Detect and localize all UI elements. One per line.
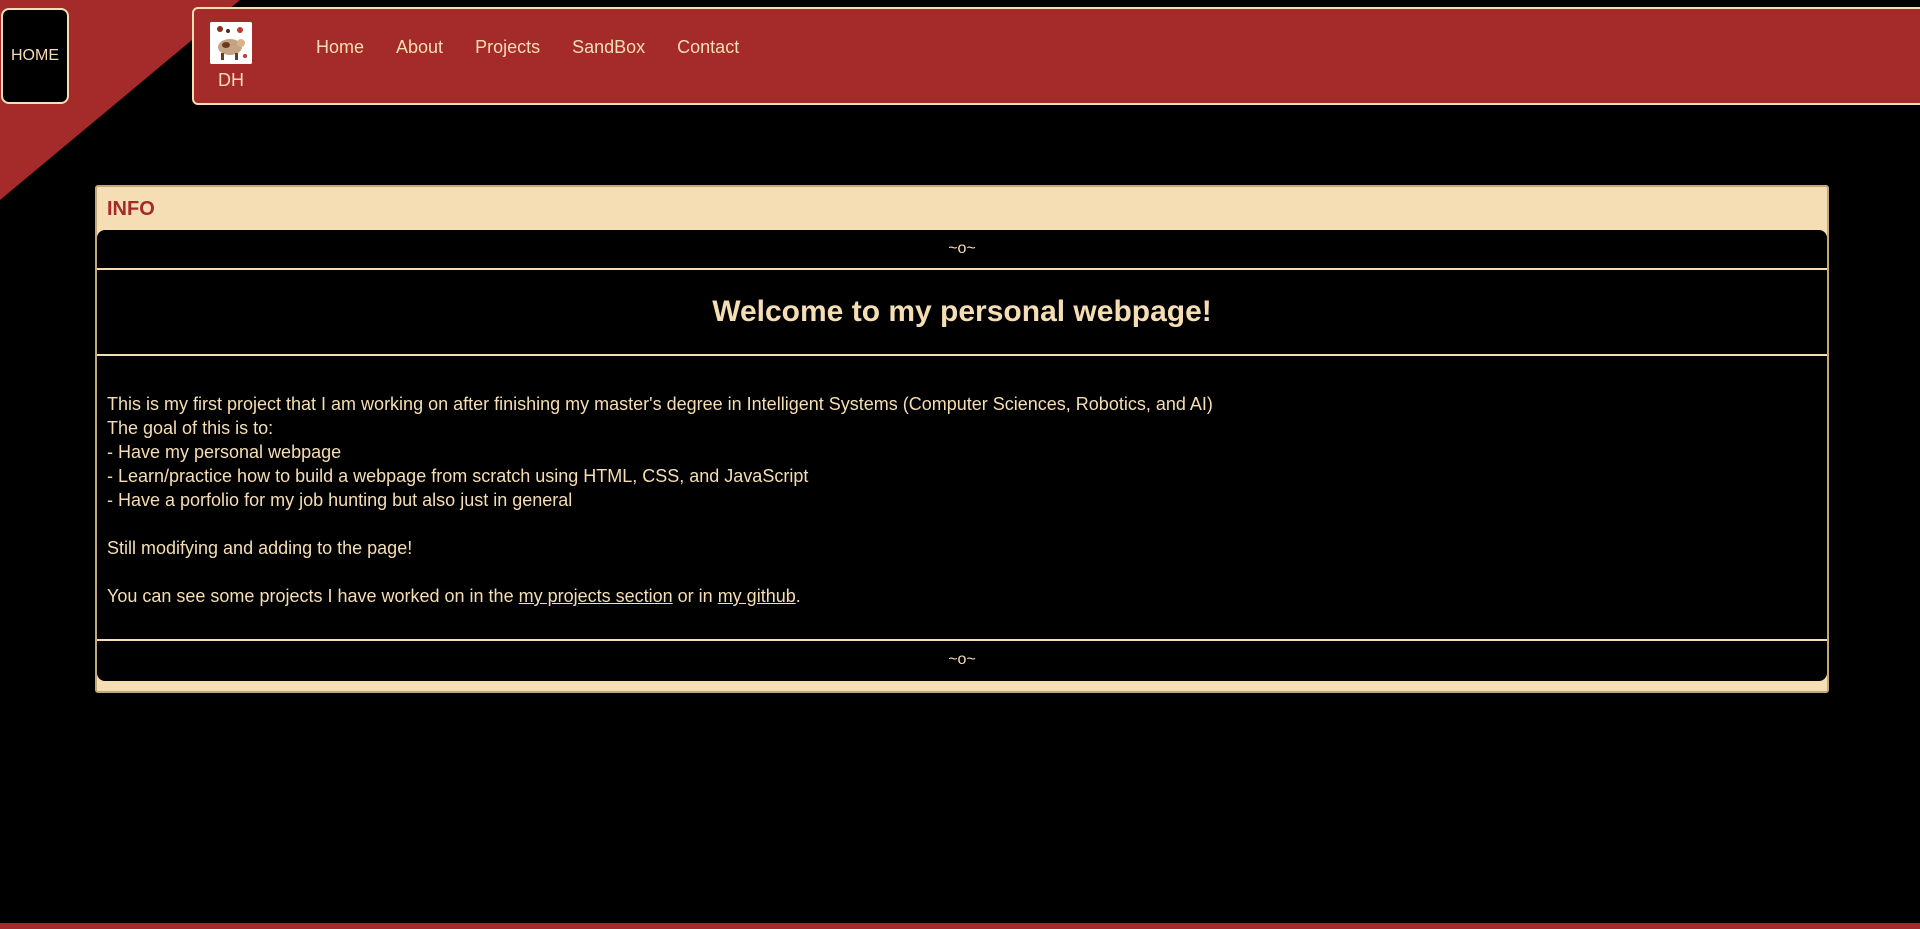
top-navbar: DH Home About Projects SandBox Contact (192, 7, 1920, 105)
footer-bar (0, 923, 1920, 929)
info-line: - Learn/practice how to build a webpage … (107, 466, 809, 486)
info-line: The goal of this is to: (107, 418, 274, 438)
projects-sentence-suffix: . (795, 586, 801, 606)
ornament-bottom: ~o~ (948, 651, 976, 668)
nav-links: Home About Projects SandBox Contact (300, 37, 755, 57)
projects-section-link[interactable]: my projects section (519, 586, 673, 606)
nav-link-home[interactable]: Home (300, 37, 380, 57)
info-content: ~o~ Welcome to my personal webpage! This… (97, 230, 1827, 681)
github-link[interactable]: my github (718, 586, 796, 606)
nav-link-projects[interactable]: Projects (459, 37, 556, 57)
ornament-top: ~o~ (948, 240, 976, 257)
info-line: - Have a porfolio for my job hunting but… (107, 490, 573, 510)
info-title: INFO (107, 198, 155, 220)
home-button[interactable]: HOME (1, 8, 69, 104)
nav-link-about[interactable]: About (380, 37, 459, 57)
projects-sentence-middle: or in (672, 586, 718, 606)
info-line: Still modifying and adding to the page! (107, 538, 413, 558)
projects-sentence-prefix: You can see some projects I have worked … (107, 586, 519, 606)
home-button-label: HOME (11, 47, 59, 64)
logo-icon[interactable] (210, 22, 252, 64)
info-line: This is my first project that I am worki… (107, 394, 1213, 414)
welcome-heading: Welcome to my personal webpage! (712, 295, 1212, 328)
projects-sentence: You can see some projects I have worked … (107, 584, 1817, 608)
nav-link-sandbox[interactable]: SandBox (556, 37, 661, 57)
info-line (107, 512, 1817, 536)
info-line: - Have my personal webpage (107, 442, 342, 462)
info-body: This is my first project that I am worki… (97, 356, 1827, 639)
nav-link-contact[interactable]: Contact (661, 37, 755, 57)
info-panel: INFO ~o~ Welcome to my personal webpage!… (95, 185, 1829, 693)
info-line (107, 560, 1817, 584)
logo-initials: DH (218, 70, 244, 90)
